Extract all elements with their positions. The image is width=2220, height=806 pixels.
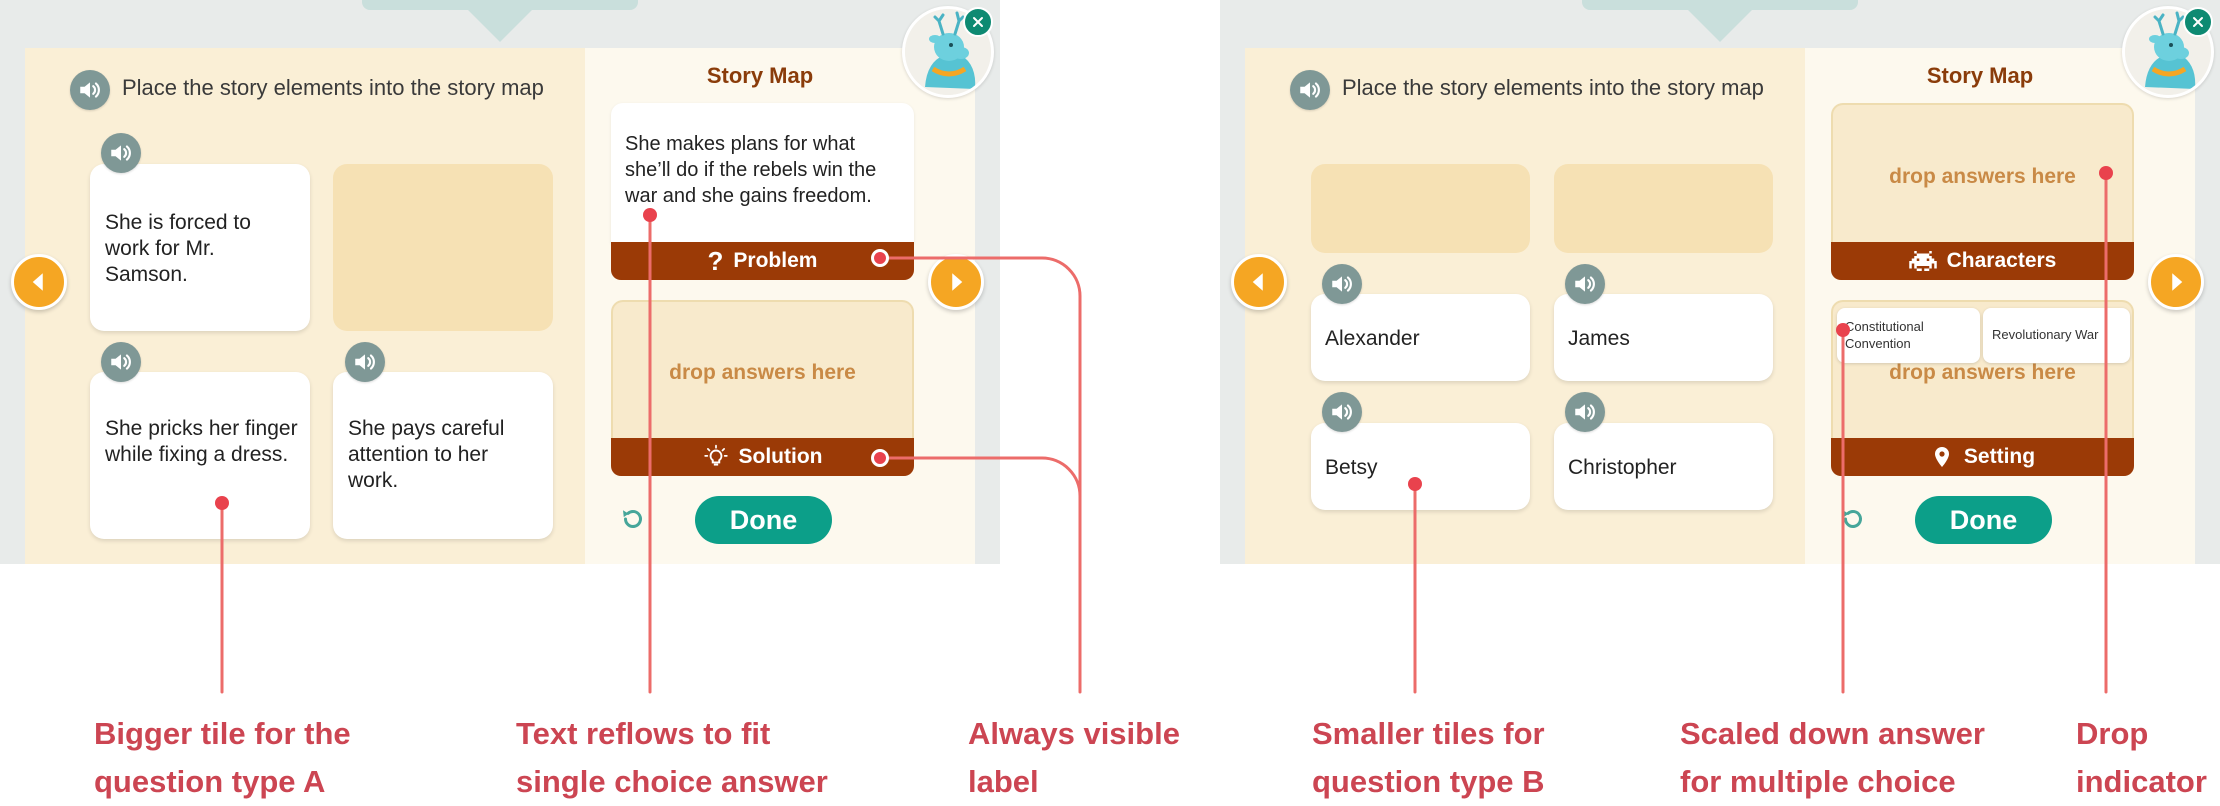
- indicator-dot: [215, 496, 229, 510]
- annotation-label: Scaled down answer for multiple choice: [1680, 716, 1985, 799]
- drop-indicator-dot: [2099, 166, 2113, 180]
- indicator-dot: [1836, 323, 1850, 337]
- indicator-dot: [643, 208, 657, 222]
- annotation-label: Drop indicator: [2076, 716, 2207, 799]
- annotation-label: Bigger tile for the question type A: [94, 716, 351, 799]
- indicator-ring: [871, 449, 889, 467]
- annotation-label: Smaller tiles for question type B: [1312, 716, 1545, 799]
- annotation-label: Text reflows to fit single choice answer: [516, 716, 828, 799]
- annotation-label: Always visible label: [968, 716, 1180, 799]
- indicator-dot: [1408, 477, 1422, 491]
- callout-lines: [220, 171, 2108, 694]
- indicator-ring: [871, 249, 889, 267]
